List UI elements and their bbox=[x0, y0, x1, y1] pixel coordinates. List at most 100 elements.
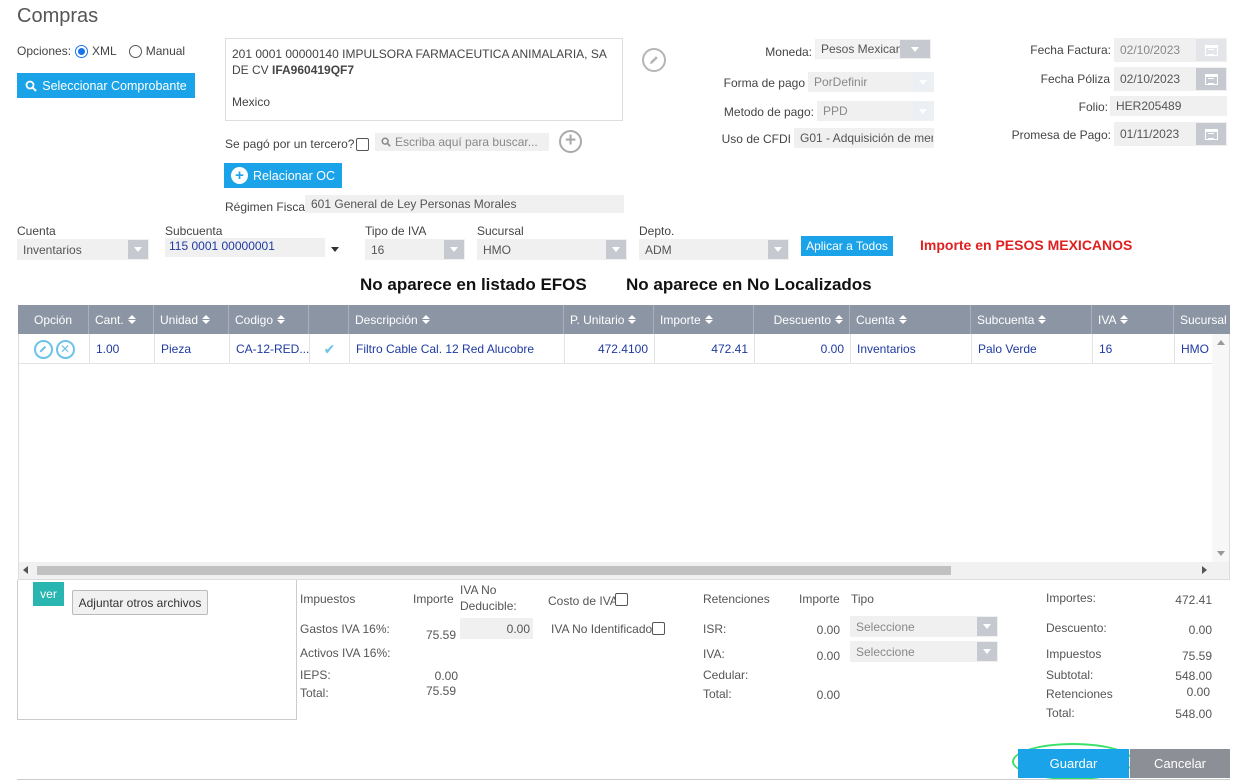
vertical-scrollbar[interactable] bbox=[1212, 334, 1229, 562]
fecha-poliza-input[interactable]: 02/10/2023 bbox=[1114, 67, 1227, 91]
aplicar-todos-button[interactable]: Aplicar a Todos bbox=[801, 236, 893, 256]
sort-icon bbox=[628, 315, 636, 324]
calendar-icon[interactable] bbox=[1196, 39, 1226, 61]
close-icon: ✕ bbox=[59, 342, 71, 356]
iva-nd-header-1: IVA No bbox=[460, 583, 497, 597]
moneda-select[interactable]: Pesos Mexicanos bbox=[815, 39, 931, 59]
sort-icon bbox=[1038, 315, 1046, 324]
adjuntar-button[interactable]: Adjuntar otros archivos bbox=[72, 590, 208, 615]
tipo-iva-select[interactable]: 16 bbox=[365, 239, 465, 260]
add-tercero-button[interactable]: + bbox=[559, 130, 582, 153]
subcuenta-input[interactable]: 115 0001 00000001 bbox=[165, 238, 325, 257]
caret-down-icon[interactable] bbox=[331, 247, 339, 252]
cell-unidad: Pieza bbox=[155, 334, 230, 364]
sucursal-select[interactable]: HMO bbox=[477, 239, 627, 260]
iva-no-identificado-checkbox[interactable] bbox=[652, 622, 665, 635]
footer-divider bbox=[17, 779, 1230, 780]
uso-cfdi-label: Uso de CFDI bbox=[721, 132, 791, 146]
fecha-factura-label: Fecha Factura: bbox=[1030, 43, 1111, 57]
calendar-icon[interactable] bbox=[1196, 68, 1226, 90]
tercero-checkbox[interactable] bbox=[356, 138, 369, 151]
ver-button[interactable]: ver bbox=[33, 582, 64, 606]
scroll-thumb bbox=[37, 566, 951, 575]
folio-label: Folio: bbox=[1078, 100, 1108, 114]
horizontal-scrollbar[interactable] bbox=[19, 562, 1229, 579]
scroll-down-icon bbox=[1217, 551, 1225, 556]
col-cuenta[interactable]: Cuenta bbox=[850, 305, 971, 334]
isr-tipo-select[interactable]: Seleccione bbox=[850, 616, 998, 637]
col-iva[interactable]: IVA bbox=[1092, 305, 1174, 334]
uso-cfdi-select[interactable]: G01 - Adquisición de merc bbox=[794, 128, 934, 148]
retenciones-total-label: Total: bbox=[703, 687, 732, 701]
depto-select[interactable]: ADM bbox=[639, 239, 789, 260]
forma-pago-label: Forma de pago bbox=[723, 76, 805, 90]
importes-label: Importes: bbox=[1046, 591, 1097, 605]
tercero-search-input[interactable]: Escriba aquí para buscar... bbox=[375, 133, 549, 151]
depto-label: Depto. bbox=[639, 224, 675, 238]
promesa-pago-input[interactable]: 01/11/2023 bbox=[1114, 122, 1227, 146]
proveedor-rfc: IFA960419QF7 bbox=[272, 63, 355, 77]
costo-iva-checkbox[interactable] bbox=[615, 593, 628, 606]
relacionar-oc-button[interactable]: + Relacionar OC bbox=[224, 163, 342, 188]
gastos-iva-label: Gastos IVA 16%: bbox=[300, 622, 390, 636]
col-importe[interactable]: Importe bbox=[654, 305, 754, 334]
metodo-pago-select[interactable]: PPD bbox=[817, 101, 934, 121]
grid-header: Opción Cant. Unidad Codigo Descripción P… bbox=[18, 305, 1230, 334]
gastos-nd-input[interactable]: 0.00 bbox=[460, 618, 533, 639]
forma-pago-select[interactable]: PorDefinir bbox=[808, 72, 934, 92]
scroll-left-icon bbox=[23, 566, 28, 574]
opciones-group: Opciones: XML Manual bbox=[17, 44, 185, 58]
xml-label: XML bbox=[92, 44, 117, 58]
importes-value: 472.41 bbox=[1175, 593, 1212, 607]
cancelar-button[interactable]: Cancelar bbox=[1130, 749, 1230, 778]
localizados-message: No aparece en No Localizados bbox=[626, 275, 872, 294]
xml-radio[interactable] bbox=[75, 44, 89, 58]
col-sucursal[interactable]: Sucursal bbox=[1174, 305, 1230, 334]
cuenta-label: Cuenta bbox=[17, 224, 56, 238]
edit-proveedor-button[interactable] bbox=[642, 48, 666, 72]
delete-row-button[interactable]: ✕ bbox=[55, 339, 75, 359]
total-label: Total: bbox=[1046, 706, 1075, 720]
regimen-label: Régimen Fiscal: bbox=[225, 200, 312, 214]
col-descuento[interactable]: Descuento bbox=[754, 305, 850, 334]
search-icon bbox=[25, 80, 37, 92]
retenciones-total-value: 0.00 bbox=[816, 688, 840, 702]
cuenta-select[interactable]: Inventarios bbox=[17, 239, 149, 260]
iva-tipo-select[interactable]: Seleccione bbox=[850, 641, 998, 662]
sort-icon bbox=[705, 315, 713, 324]
sort-icon bbox=[202, 315, 210, 324]
isr-value: 0.00 bbox=[816, 623, 840, 637]
col-codigo[interactable]: Codigo bbox=[229, 305, 309, 334]
manual-radio[interactable] bbox=[128, 44, 142, 58]
metodo-pago-label: Metodo de pago: bbox=[723, 105, 814, 119]
col-status bbox=[309, 305, 349, 334]
activos-iva-label: Activos IVA 16%: bbox=[300, 646, 391, 660]
tipo-iva-label: Tipo de IVA bbox=[365, 224, 427, 238]
col-descripcion[interactable]: Descripción bbox=[349, 305, 564, 334]
col-unitario[interactable]: P. Unitario bbox=[564, 305, 654, 334]
seleccionar-comprobante-button[interactable]: Seleccionar Comprobante bbox=[17, 73, 195, 98]
chevron-down-icon bbox=[900, 40, 930, 58]
gastos-iva-value: 75.59 bbox=[425, 628, 456, 642]
row-actions: ✕ bbox=[19, 334, 90, 364]
calendar-icon[interactable] bbox=[1196, 123, 1226, 145]
subcuenta-label: Subcuenta bbox=[165, 224, 223, 238]
descuento-value: 0.00 bbox=[1188, 623, 1212, 637]
fecha-factura-input[interactable]: 02/10/2023 bbox=[1114, 38, 1227, 62]
col-unidad[interactable]: Unidad bbox=[154, 305, 229, 334]
tercero-label: Se pagó por un tercero? bbox=[225, 137, 355, 151]
cell-codigo: CA-12-RED... bbox=[230, 334, 310, 364]
col-cant[interactable]: Cant. bbox=[89, 305, 154, 334]
col-subcuenta[interactable]: Subcuenta bbox=[971, 305, 1092, 334]
guardar-button[interactable]: Guardar bbox=[1018, 749, 1129, 778]
search-icon bbox=[381, 137, 391, 147]
page-title: Compras bbox=[17, 5, 99, 27]
folio-input[interactable]: HER205489 bbox=[1110, 96, 1227, 116]
sort-icon bbox=[899, 315, 907, 324]
total-retenciones-value: 0.00 bbox=[1186, 685, 1210, 699]
iva-ret-value: 0.00 bbox=[816, 649, 840, 663]
cell-sucursal: HMO H bbox=[1181, 342, 1213, 356]
table-row[interactable]: ✕ 1.00 Pieza CA-12-RED... ✔ Filtro Cable… bbox=[19, 334, 1213, 364]
edit-row-button[interactable] bbox=[33, 339, 53, 359]
sort-icon bbox=[1120, 315, 1128, 324]
